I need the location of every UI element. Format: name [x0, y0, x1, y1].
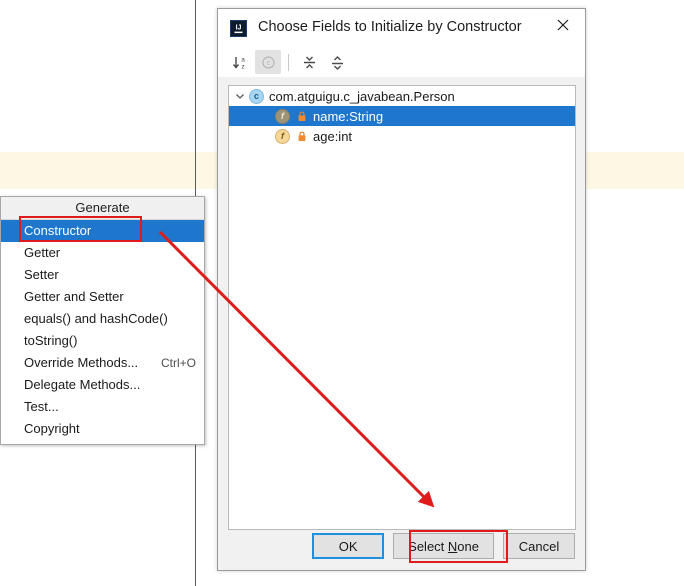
intellij-idea-icon: IJ: [230, 20, 247, 37]
menu-item-getter-and-setter[interactable]: Getter and Setter: [1, 286, 204, 308]
tree-node-field-label: age:int: [313, 128, 353, 144]
tree-node-class[interactable]: c com.atguigu.c_javabean.Person: [229, 86, 575, 106]
menu-item-copyright[interactable]: Copyright: [1, 418, 204, 440]
menu-item-override-methods[interactable]: Override Methods... Ctrl+O: [1, 352, 204, 374]
menu-item-label: Test...: [24, 399, 59, 414]
menu-item-label: Constructor: [24, 223, 92, 238]
expand-all-icon[interactable]: [296, 50, 322, 74]
menu-item-label: Getter: [24, 245, 61, 260]
svg-text:a: a: [241, 56, 245, 63]
collapse-all-icon[interactable]: [324, 50, 350, 74]
private-lock-icon: [296, 130, 307, 142]
menu-item-equals-and-hashcode[interactable]: equals() and hashCode(): [1, 308, 204, 330]
menu-item-delegate-methods[interactable]: Delegate Methods...: [1, 374, 204, 396]
svg-text:c: c: [266, 60, 270, 67]
chevron-down-icon[interactable]: [231, 91, 249, 101]
svg-text:IJ: IJ: [236, 25, 242, 32]
menu-item-constructor[interactable]: Constructor: [1, 220, 204, 242]
toolbar-separator: [288, 53, 289, 71]
dialog-toolbar: a z c: [218, 47, 585, 77]
dialog-title: Choose Fields to Initialize by Construct…: [258, 19, 522, 35]
dialog-title-bar: IJ Choose Fields to Initialize by Constr…: [218, 9, 585, 47]
fields-tree-panel[interactable]: c com.atguigu.c_javabean.Person f name:S…: [228, 85, 576, 530]
tree-node-class-label: com.atguigu.c_javabean.Person: [269, 88, 455, 104]
menu-item-tostring[interactable]: toString(): [1, 330, 204, 352]
menu-item-label: Setter: [24, 267, 59, 282]
tree-node-field-name[interactable]: f name:String: [229, 106, 575, 126]
select-none-button[interactable]: Select None: [393, 533, 494, 559]
ok-button[interactable]: OK: [312, 533, 385, 559]
tree-node-field-age[interactable]: f age:int: [229, 126, 575, 146]
ok-button-label: OK: [338, 538, 358, 554]
tree-node-field-label: name:String: [313, 108, 384, 124]
generate-popup-menu[interactable]: Generate Constructor Getter Setter Gette…: [0, 196, 205, 445]
field-icon: f: [275, 128, 290, 144]
menu-item-getter[interactable]: Getter: [1, 242, 204, 264]
cancel-button-label: Cancel: [518, 538, 560, 554]
cancel-button[interactable]: Cancel: [503, 533, 575, 559]
menu-item-label: Copyright: [24, 421, 80, 436]
menu-item-shortcut: Ctrl+O: [160, 356, 196, 370]
choose-fields-dialog: IJ Choose Fields to Initialize by Constr…: [217, 8, 586, 571]
menu-bottom-padding: [1, 440, 204, 444]
menu-item-label: equals() and hashCode(): [24, 311, 168, 326]
group-by-class-icon[interactable]: c: [255, 50, 281, 74]
mnemonic-letter: N: [447, 538, 458, 554]
close-icon[interactable]: [541, 9, 585, 41]
dialog-button-row: OK Select None Cancel: [218, 533, 585, 559]
menu-item-label: Override Methods...: [24, 355, 139, 370]
generate-menu-title: Generate: [1, 197, 204, 220]
menu-item-label: Getter and Setter: [24, 289, 124, 304]
menu-item-test[interactable]: Test...: [1, 396, 204, 418]
menu-item-label: Delegate Methods...: [24, 377, 141, 392]
menu-item-setter[interactable]: Setter: [1, 264, 204, 286]
menu-item-label: toString(): [24, 333, 78, 348]
svg-text:z: z: [241, 63, 244, 70]
sort-alphabetically-icon[interactable]: a z: [227, 50, 253, 74]
private-lock-icon: [296, 110, 307, 122]
field-icon: f: [275, 108, 290, 124]
class-icon: c: [249, 88, 264, 104]
select-none-button-label: Select None: [408, 538, 479, 554]
